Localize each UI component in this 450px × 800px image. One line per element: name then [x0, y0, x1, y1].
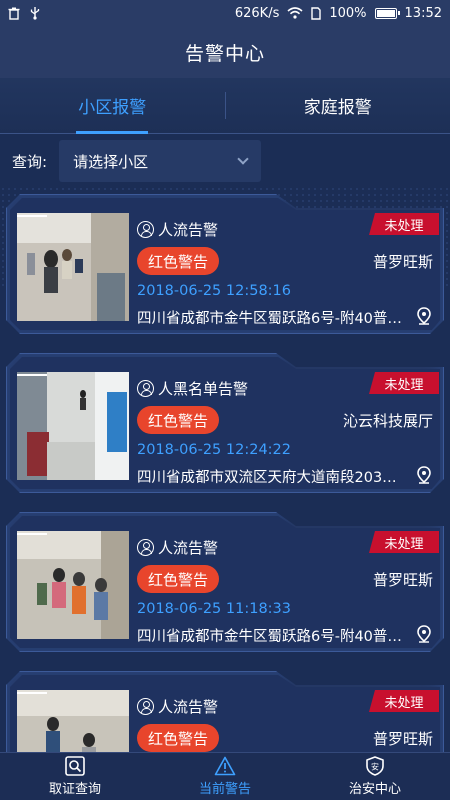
alert-type: 人流告警 [137, 537, 218, 558]
tab-home-alarm[interactable]: 家庭报警 [226, 78, 450, 133]
status-badge: 未处理 [369, 531, 439, 553]
status-badge: 未处理 [369, 372, 439, 394]
alert-time: 2018-06-25 12:58:16 [137, 283, 291, 299]
shield-icon: 安 [366, 756, 384, 776]
query-row: 查询: 请选择小区 [0, 136, 450, 186]
community-select-value: 请选择小区 [73, 152, 149, 171]
chevron-down-icon [237, 153, 249, 165]
alert-card[interactable]: 人流告警 未处理 红色警告 普罗旺斯 2018-06-25 11:18:33 四… [6, 512, 444, 652]
warning-level-badge: 红色警告 [137, 724, 219, 752]
alert-place: 普罗旺斯 [372, 571, 433, 589]
location-pin-icon[interactable] [417, 625, 431, 643]
search-icon [65, 756, 85, 776]
network-speed: 626K/s [234, 5, 280, 21]
warning-level-badge: 红色警告 [137, 406, 219, 434]
svg-text:安: 安 [371, 762, 379, 772]
alert-snapshot[interactable] [17, 372, 129, 480]
nav-label: 取证查询 [48, 782, 101, 797]
wifi-icon [287, 7, 303, 19]
person-icon [137, 539, 154, 556]
alert-type-label: 人流告警 [158, 698, 219, 716]
alert-time: 2018-06-25 12:24:22 [137, 442, 291, 458]
warning-level-badge: 红色警告 [137, 565, 219, 593]
page-title: 告警中心 [0, 26, 450, 78]
location-pin-icon[interactable] [417, 466, 431, 484]
alert-snapshot[interactable] [17, 531, 129, 639]
alert-place: 沁云科技展厅 [342, 412, 433, 430]
alert-type-label: 人流告警 [158, 539, 219, 557]
alert-type-label: 人流告警 [158, 221, 219, 239]
nav-label: 当前警告 [198, 782, 251, 797]
status-bar: 626K/s 100% 13:52 [0, 0, 450, 26]
warning-icon [214, 756, 236, 776]
person-icon [137, 380, 154, 397]
alert-time: 2018-06-25 11:18:33 [137, 601, 291, 617]
bottom-nav: 取证查询 当前警告 安 治安中心 [0, 752, 450, 800]
query-label: 查询: [12, 152, 48, 171]
warning-level-badge: 红色警告 [137, 247, 219, 275]
alert-type: 人流告警 [137, 219, 218, 240]
alert-address: 四川省成都市金牛区蜀跃路6号-附40普… [137, 629, 402, 645]
alert-address: 四川省成都市金牛区蜀跃路6号-附40普… [137, 311, 402, 327]
nav-current-warning[interactable]: 当前警告 [150, 753, 300, 800]
usb-icon [30, 7, 40, 20]
battery-percent: 100% [329, 5, 367, 21]
sim-icon [311, 6, 322, 20]
alert-card[interactable]: 人黑名单告警 未处理 红色警告 沁云科技展厅 2018-06-25 12:24:… [6, 353, 444, 493]
alert-place: 普罗旺斯 [372, 253, 433, 271]
alert-address: 四川省成都市双流区天府大道南段203… [137, 470, 397, 486]
person-icon [137, 221, 154, 238]
tab-bar: 小区报警 家庭报警 [0, 78, 450, 134]
community-select[interactable]: 请选择小区 [59, 140, 262, 182]
alert-type: 人流告警 [137, 696, 218, 717]
location-pin-icon[interactable] [417, 307, 431, 325]
alert-type: 人黑名单告警 [137, 378, 248, 399]
status-badge: 未处理 [369, 213, 439, 235]
tab-community-alarm[interactable]: 小区报警 [0, 78, 225, 133]
nav-label: 治安中心 [348, 782, 401, 797]
alert-card[interactable]: 人流告警 未处理 红色警告 普罗旺斯 2018-06-25 12:58:16 四… [6, 194, 444, 334]
person-icon [137, 698, 154, 715]
status-badge: 未处理 [369, 690, 439, 712]
clock: 13:52 [404, 5, 442, 21]
alert-place: 普罗旺斯 [372, 730, 433, 748]
alert-type-label: 人黑名单告警 [158, 380, 249, 398]
trash-icon [8, 7, 20, 20]
nav-security-center[interactable]: 安 治安中心 [300, 753, 450, 800]
battery-icon [374, 7, 400, 19]
nav-evidence-query[interactable]: 取证查询 [0, 753, 150, 800]
alert-snapshot[interactable] [17, 213, 129, 321]
